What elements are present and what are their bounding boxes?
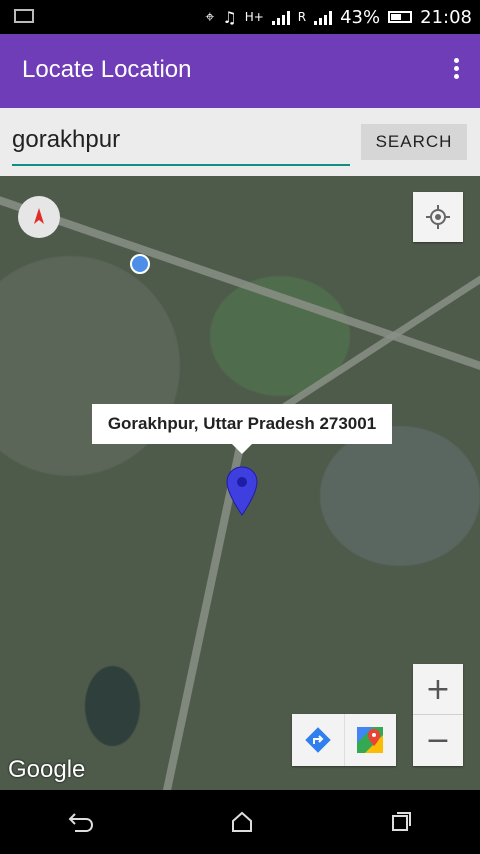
signal-label-2: R bbox=[297, 10, 307, 24]
google-logo: Google bbox=[8, 756, 86, 783]
search-button[interactable]: SEARCH bbox=[361, 124, 467, 160]
map-view[interactable]: Gorakhpur, Uttar Pradesh 273001 + − Goog… bbox=[0, 176, 480, 790]
recent-apps-icon[interactable] bbox=[389, 810, 413, 834]
signal-icon bbox=[271, 9, 290, 25]
zoom-controls: + − bbox=[413, 664, 463, 766]
signal-label-1: H+ bbox=[244, 10, 264, 24]
compass-icon bbox=[34, 208, 44, 224]
open-in-maps-button[interactable] bbox=[345, 714, 397, 766]
battery-icon bbox=[388, 11, 413, 23]
current-location-dot bbox=[130, 254, 150, 274]
location-callout: Gorakhpur, Uttar Pradesh 273001 bbox=[92, 404, 392, 454]
battery-percent: 43% bbox=[340, 6, 381, 28]
my-location-button[interactable] bbox=[413, 192, 463, 242]
status-indicators: ⌖ ♫ H+ R 43% 21:08 bbox=[205, 5, 472, 29]
overflow-menu-icon[interactable] bbox=[450, 58, 462, 86]
zoom-out-button[interactable]: − bbox=[413, 715, 463, 765]
status-bar: ⌖ ♫ H+ R 43% 21:08 bbox=[0, 0, 480, 34]
search-input[interactable]: gorakhpur bbox=[12, 126, 350, 166]
compass-button[interactable] bbox=[18, 196, 60, 238]
home-icon[interactable] bbox=[230, 810, 254, 834]
location-icon: ⌖ bbox=[205, 7, 215, 26]
marker-icon[interactable] bbox=[226, 466, 258, 516]
zoom-in-button[interactable]: + bbox=[413, 664, 463, 715]
notification-icon bbox=[14, 9, 34, 23]
signal-icon-2 bbox=[314, 9, 333, 25]
maps-app-icon bbox=[357, 727, 384, 753]
app-title: Locate Location bbox=[22, 56, 192, 83]
clock: 21:08 bbox=[420, 6, 472, 28]
app-bar: Locate Location bbox=[0, 34, 480, 108]
my-location-icon bbox=[426, 205, 450, 229]
music-icon: ♫ bbox=[222, 7, 237, 27]
back-icon[interactable] bbox=[67, 811, 95, 833]
directions-icon bbox=[305, 727, 331, 753]
map-toolbar bbox=[292, 714, 396, 766]
directions-button[interactable] bbox=[292, 714, 345, 766]
search-bar: gorakhpur SEARCH bbox=[0, 108, 480, 176]
navigation-bar bbox=[0, 790, 480, 854]
